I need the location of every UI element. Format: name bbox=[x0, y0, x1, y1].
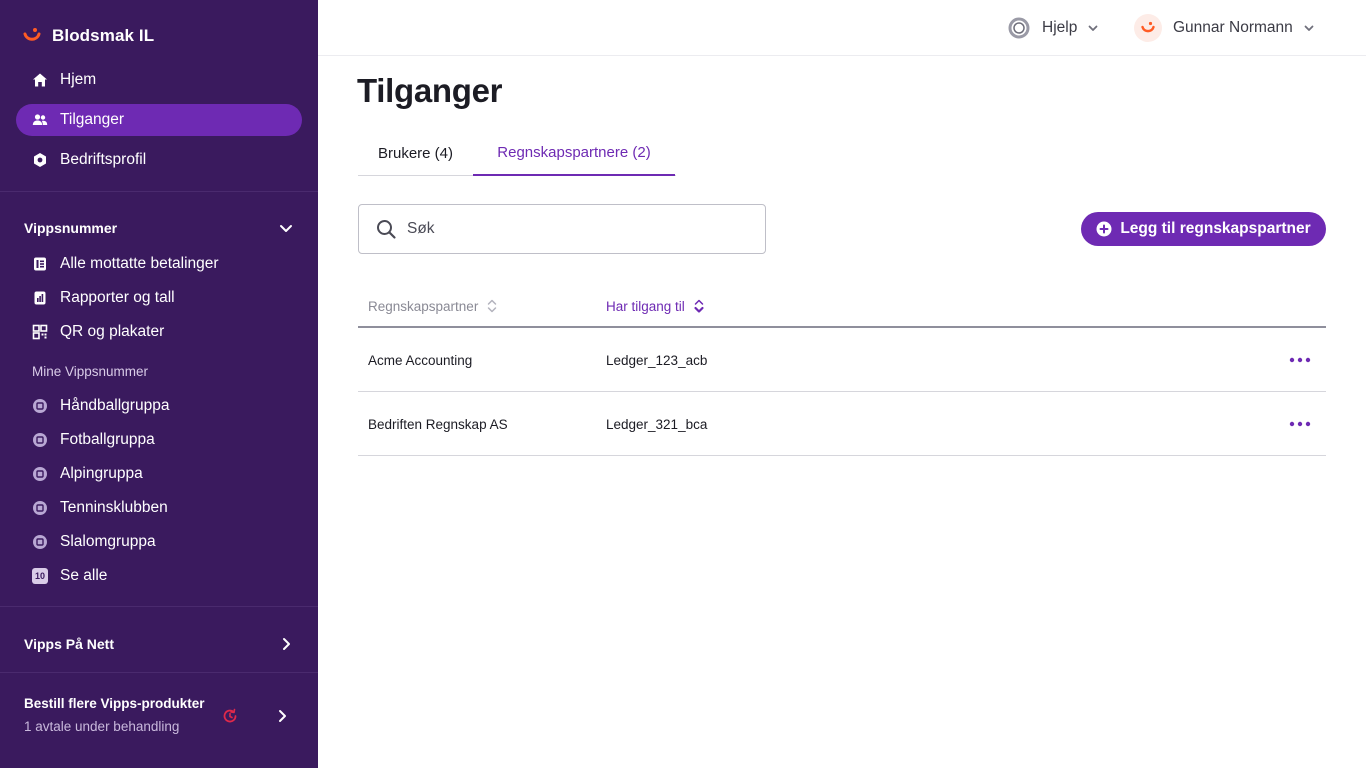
home-icon bbox=[32, 72, 48, 88]
sort-desc-icon bbox=[694, 299, 704, 313]
add-accounting-partner-button[interactable]: Legg til regnskapspartner bbox=[1081, 212, 1326, 246]
sidebar-item-label: Tenninsklubben bbox=[60, 499, 168, 516]
sidebar-item-alpingruppa[interactable]: Alpingruppa bbox=[16, 458, 302, 490]
store-icon bbox=[32, 500, 48, 516]
chevron-down-icon bbox=[1088, 25, 1098, 31]
sidebar-divider bbox=[0, 191, 318, 192]
bestill-title: Bestill flere Vipps-produkter bbox=[24, 696, 205, 711]
chevron-right-icon bbox=[283, 638, 290, 650]
column-label: Regnskapspartner bbox=[368, 298, 479, 314]
sidebar-item-label: Tilganger bbox=[60, 111, 125, 128]
qr-icon bbox=[32, 324, 48, 340]
column-header-har-tilgang-til[interactable]: Har tilgang til bbox=[606, 296, 705, 316]
column-label: Har tilgang til bbox=[606, 298, 685, 314]
row-more-actions-button[interactable] bbox=[1286, 414, 1314, 434]
bestill-produkter-link[interactable]: Bestill flere Vipps-produkter 1 avtale u… bbox=[24, 696, 294, 740]
sidebar-item-label: Slalomgruppa bbox=[60, 533, 156, 550]
search-box[interactable] bbox=[358, 204, 766, 254]
search-input[interactable] bbox=[407, 220, 747, 238]
sort-icon bbox=[488, 299, 497, 313]
sidebar-divider bbox=[0, 672, 318, 673]
sidebar-item-hjem[interactable]: Hjem bbox=[16, 64, 302, 96]
sidebar-item-label: Rapporter og tall bbox=[60, 289, 175, 306]
mine-vippsnummer-heading: Mine Vippsnummer bbox=[32, 364, 149, 379]
plus-circle-icon bbox=[1096, 221, 1112, 237]
payments-icon bbox=[32, 256, 48, 272]
sidebar-item-qr-og-plakater[interactable]: QR og plakater bbox=[16, 316, 302, 348]
sidebar-item-alle-mottatte-betalinger[interactable]: Alle mottatte betalinger bbox=[16, 248, 302, 280]
store-icon bbox=[32, 398, 48, 414]
count-badge-value: 10 bbox=[34, 571, 45, 581]
table-row: Acme Accounting Ledger_123_acb bbox=[358, 328, 1326, 392]
table-header: Regnskapspartner Har tilgang til bbox=[358, 284, 1326, 328]
page-title: Tilganger bbox=[357, 72, 503, 109]
column-header-regnskapspartner[interactable]: Regnskapspartner bbox=[368, 296, 498, 316]
sidebar-item-label: Alle mottatte betalinger bbox=[60, 255, 219, 272]
cell-partner: Bedriften Regnskap AS bbox=[368, 416, 508, 432]
vipps-pa-nett-link[interactable]: Vipps På Nett bbox=[24, 634, 294, 654]
sidebar-divider bbox=[0, 606, 318, 607]
sidebar-item-label: Bedriftsprofil bbox=[60, 151, 147, 168]
sidebar-item-bedriftsprofil[interactable]: Bedriftsprofil bbox=[16, 144, 302, 176]
row-more-actions-button[interactable] bbox=[1286, 350, 1314, 370]
sidebar-item-handballgruppa[interactable]: Håndballgruppa bbox=[16, 390, 302, 422]
sidebar-item-label: QR og plakater bbox=[60, 323, 165, 340]
vipps-logo-icon bbox=[23, 28, 41, 41]
more-dots-icon bbox=[1289, 357, 1311, 363]
add-button-label: Legg til regnskapspartner bbox=[1120, 220, 1311, 237]
tab-regnskapspartnere[interactable]: Regnskapspartnere (2) bbox=[473, 130, 675, 176]
lifebuoy-icon bbox=[1008, 17, 1030, 39]
tab-bar: Brukere (4) Regnskapspartnere (2) bbox=[358, 130, 676, 176]
cell-access: Ledger_321_bca bbox=[606, 416, 708, 432]
sidebar-item-label: Alpingruppa bbox=[60, 465, 143, 482]
store-icon bbox=[32, 466, 48, 482]
table-row: Bedriften Regnskap AS Ledger_321_bca bbox=[358, 392, 1326, 456]
gear-icon bbox=[32, 152, 48, 168]
sidebar-item-fotballgruppa[interactable]: Fotballgruppa bbox=[16, 424, 302, 456]
store-icon bbox=[32, 534, 48, 550]
more-dots-icon bbox=[1289, 421, 1311, 427]
sidebar-item-tilganger[interactable]: Tilganger bbox=[16, 104, 302, 136]
cell-partner: Acme Accounting bbox=[368, 352, 473, 368]
search-icon bbox=[377, 220, 396, 239]
sidebar-item-se-alle[interactable]: 10 Se alle bbox=[16, 560, 302, 592]
count-badge-icon: 10 bbox=[32, 568, 48, 584]
sidebar-item-slalomgruppa[interactable]: Slalomgruppa bbox=[16, 526, 302, 558]
vippsnummer-section-toggle[interactable]: Vippsnummer bbox=[24, 218, 294, 238]
sidebar-item-label: Håndballgruppa bbox=[60, 397, 170, 414]
help-label: Hjelp bbox=[1042, 19, 1078, 36]
tab-brukere[interactable]: Brukere (4) bbox=[358, 130, 473, 176]
section-title: Vipps På Nett bbox=[24, 636, 114, 652]
cell-access: Ledger_123_acb bbox=[606, 352, 708, 368]
help-menu[interactable]: Hjelp bbox=[1008, 16, 1099, 40]
sidebar-item-rapporter-og-tall[interactable]: Rapporter og tall bbox=[16, 282, 302, 314]
sidebar-item-tenninsklubben[interactable]: Tenninsklubben bbox=[16, 492, 302, 524]
bestill-subtitle: 1 avtale under behandling bbox=[24, 719, 180, 734]
sidebar-item-label: Hjem bbox=[60, 71, 97, 88]
chevron-down-icon bbox=[280, 225, 292, 232]
avatar bbox=[1134, 14, 1162, 42]
user-menu[interactable]: Gunnar Normann bbox=[1134, 14, 1315, 42]
sidebar: Blodsmak IL Hjem Tilganger Bedriftsprofi… bbox=[0, 0, 318, 768]
brand[interactable]: Blodsmak IL bbox=[22, 24, 154, 48]
users-icon bbox=[32, 112, 48, 128]
section-title: Vippsnummer bbox=[24, 220, 118, 236]
pending-clock-icon bbox=[223, 708, 237, 723]
chevron-right-icon bbox=[279, 710, 286, 722]
sidebar-item-label: Se alle bbox=[60, 567, 108, 584]
report-icon bbox=[32, 290, 48, 306]
vipps-avatar-icon bbox=[1141, 21, 1155, 33]
sidebar-item-label: Fotballgruppa bbox=[60, 431, 155, 448]
partners-table: Regnskapspartner Har tilgang til Acme Ac… bbox=[358, 284, 1326, 456]
store-icon bbox=[32, 432, 48, 448]
top-header: Hjelp Gunnar Normann bbox=[318, 0, 1366, 56]
brand-name: Blodsmak IL bbox=[52, 26, 155, 45]
user-name: Gunnar Normann bbox=[1173, 19, 1293, 36]
chevron-down-icon bbox=[1304, 25, 1314, 31]
